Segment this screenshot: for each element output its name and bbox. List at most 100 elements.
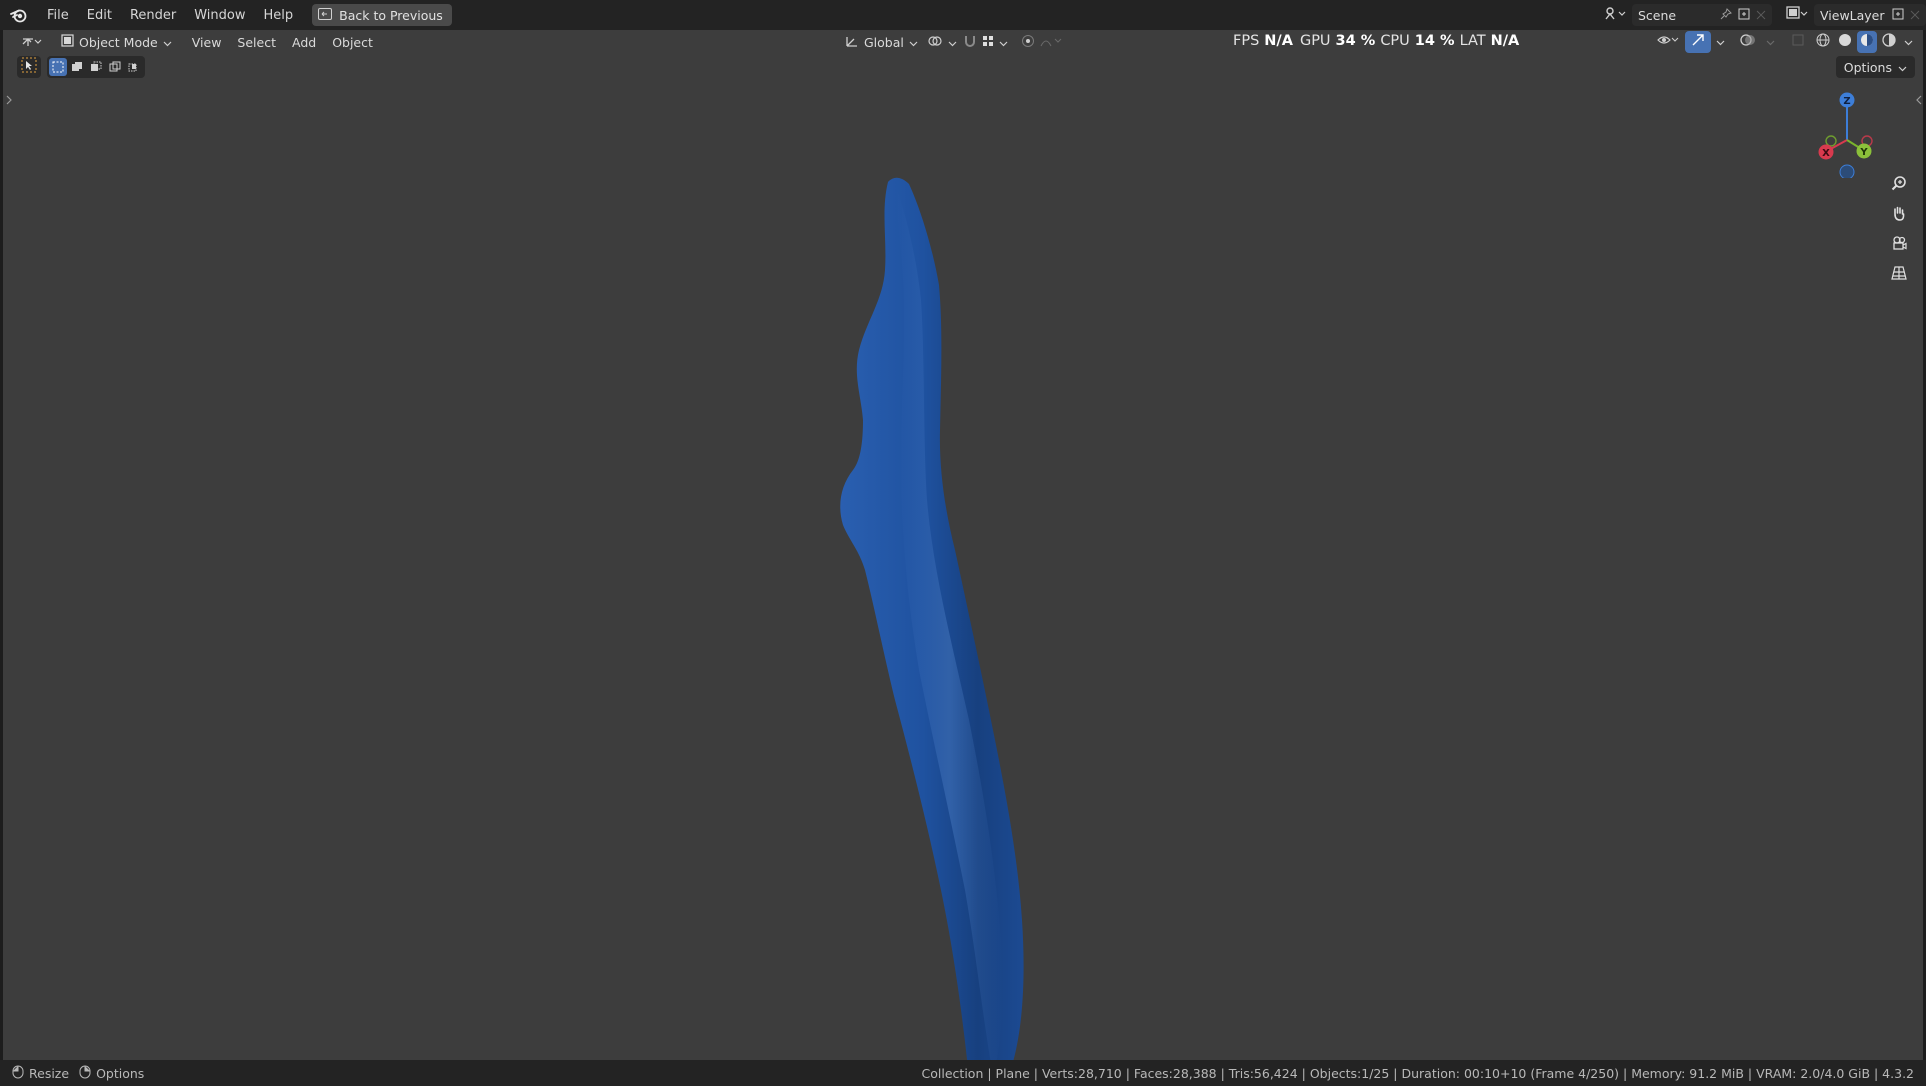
options-label: Options <box>1843 59 1892 75</box>
falloff-icon <box>1040 35 1064 50</box>
hand-icon <box>1891 205 1907 225</box>
back-to-previous-label: Back to Previous <box>339 7 443 23</box>
object-mode-label: Object Mode <box>79 34 158 50</box>
menu-add[interactable]: Add <box>284 31 324 53</box>
eye-icon <box>1657 34 1679 50</box>
gizmo-y-axis[interactable]: Y <box>1856 143 1872 159</box>
select-subtract-icon[interactable] <box>87 58 105 76</box>
gizmo-z-axis[interactable]: Z <box>1839 92 1855 108</box>
shading-dropdown[interactable] <box>1901 31 1915 53</box>
cpu-value: 14 % <box>1414 33 1455 49</box>
gizmo-toggle[interactable] <box>1685 31 1711 53</box>
pan-button[interactable] <box>1885 202 1913 228</box>
xray-toggle[interactable] <box>1785 31 1811 53</box>
proportional-editing-icon <box>1021 34 1035 51</box>
gizmo-dropdown[interactable] <box>1713 31 1727 53</box>
back-to-previous-icon <box>318 7 333 23</box>
cursor-select-icon <box>21 57 37 77</box>
lat-value: N/A <box>1490 33 1520 49</box>
editor-type-icon <box>21 34 43 51</box>
menu-object[interactable]: Object <box>324 31 381 53</box>
blender-window: File Edit Render Window Help Back to Pre… <box>0 0 1926 1086</box>
transform-orientation-dropdown[interactable]: Global <box>839 31 924 53</box>
options-dropdown[interactable]: Options <box>1835 56 1915 78</box>
pivot-icon <box>927 34 943 51</box>
gpu-value: 34 % <box>1335 33 1376 49</box>
select-tool-button[interactable] <box>17 56 41 78</box>
camera-icon <box>1891 235 1907 255</box>
scene-selector-button[interactable] <box>1602 4 1628 26</box>
chevron-down-icon <box>1898 60 1907 75</box>
new-scene-icon[interactable] <box>1738 8 1750 23</box>
zoom-button[interactable] <box>1885 172 1913 198</box>
object-mode-icon <box>61 34 74 50</box>
select-invert-icon[interactable] <box>106 58 124 76</box>
xray-icon <box>1792 34 1804 50</box>
selection-mode-group <box>47 56 145 78</box>
view-layer-icon <box>1786 6 1808 24</box>
resize-label: Resize <box>29 1065 70 1081</box>
camera-view-button[interactable] <box>1885 232 1913 258</box>
scene-name: Scene <box>1638 7 1677 23</box>
shading-wireframe-button[interactable] <box>1813 31 1833 53</box>
gizmo-z-label: Z <box>1843 96 1850 107</box>
zoom-icon <box>1891 175 1907 195</box>
cpu-label: CPU <box>1380 33 1410 49</box>
visibility-dropdown[interactable] <box>1653 31 1683 53</box>
shading-solid-button[interactable] <box>1835 31 1855 53</box>
gizmo-x-label: X <box>1822 148 1830 159</box>
viewport-header-right <box>1653 31 1915 53</box>
menu-render[interactable]: Render <box>121 4 185 26</box>
new-view-layer-icon[interactable] <box>1892 8 1904 23</box>
scene-name-field[interactable]: Scene <box>1632 4 1772 26</box>
view-layer-name: ViewLayer <box>1820 7 1885 23</box>
status-resize: Resize <box>0 1065 69 1082</box>
overlays-toggle[interactable] <box>1735 31 1761 53</box>
proportional-editing-toggle[interactable] <box>1015 31 1070 53</box>
snap-toggle[interactable] <box>957 31 1014 53</box>
mouse-left-icon <box>12 1065 24 1082</box>
delete-view-layer-icon[interactable] <box>1910 8 1920 23</box>
gizmo-x-axis[interactable]: X <box>1818 144 1834 160</box>
back-to-previous-button[interactable]: Back to Previous <box>312 4 452 26</box>
rendered-sphere-icon <box>1882 33 1896 51</box>
menu-window[interactable]: Window <box>185 4 254 26</box>
material-sphere-icon <box>1860 33 1874 51</box>
blue-3d-object[interactable] <box>823 140 1063 1060</box>
menu-edit[interactable]: Edit <box>78 4 121 26</box>
3d-viewport[interactable]: Object Mode View Select Add Object Globa… <box>3 30 1923 1060</box>
scene-statistics: Collection | Plane | Verts:28,710 | Face… <box>921 1065 1914 1081</box>
object-mode-dropdown[interactable]: Object Mode <box>55 31 178 53</box>
select-new-icon[interactable] <box>49 58 67 76</box>
shading-rendered-button[interactable] <box>1879 31 1899 53</box>
status-bar: Resize Options Collection | Plane | Vert… <box>0 1060 1926 1086</box>
select-intersect-icon[interactable] <box>125 58 143 76</box>
toolbar-expand-arrow[interactable] <box>5 94 13 106</box>
solid-sphere-icon <box>1838 33 1852 51</box>
chevron-down-icon <box>1716 35 1725 50</box>
lat-label: LAT <box>1459 33 1486 49</box>
view-layer-selector-button[interactable] <box>1784 4 1810 26</box>
fps-value: N/A <box>1264 33 1293 49</box>
pin-icon[interactable] <box>1720 7 1732 23</box>
gizmo-y-label: Y <box>1859 147 1868 158</box>
menu-select[interactable]: Select <box>229 31 284 53</box>
scene-icon <box>1604 6 1626 24</box>
orientation-icon <box>845 34 859 51</box>
blender-logo-icon[interactable] <box>0 0 38 30</box>
navigation-gizmo[interactable]: Z X Y <box>1807 88 1887 180</box>
delete-scene-icon[interactable] <box>1756 8 1766 23</box>
navigation-controls <box>1885 172 1913 288</box>
overlays-dropdown[interactable] <box>1763 31 1777 53</box>
menu-help[interactable]: Help <box>255 4 303 26</box>
menu-file[interactable]: File <box>38 4 78 26</box>
menu-view[interactable]: View <box>184 31 230 53</box>
chevron-down-icon <box>1766 35 1775 50</box>
select-extend-icon[interactable] <box>68 58 86 76</box>
view-layer-field[interactable]: ViewLayer <box>1814 4 1926 26</box>
sidebar-expand-arrow[interactable] <box>1915 94 1923 106</box>
chevron-down-icon <box>163 35 172 50</box>
perspective-toggle-button[interactable] <box>1885 262 1913 288</box>
shading-material-button[interactable] <box>1857 31 1877 53</box>
editor-type-button[interactable] <box>15 31 49 53</box>
